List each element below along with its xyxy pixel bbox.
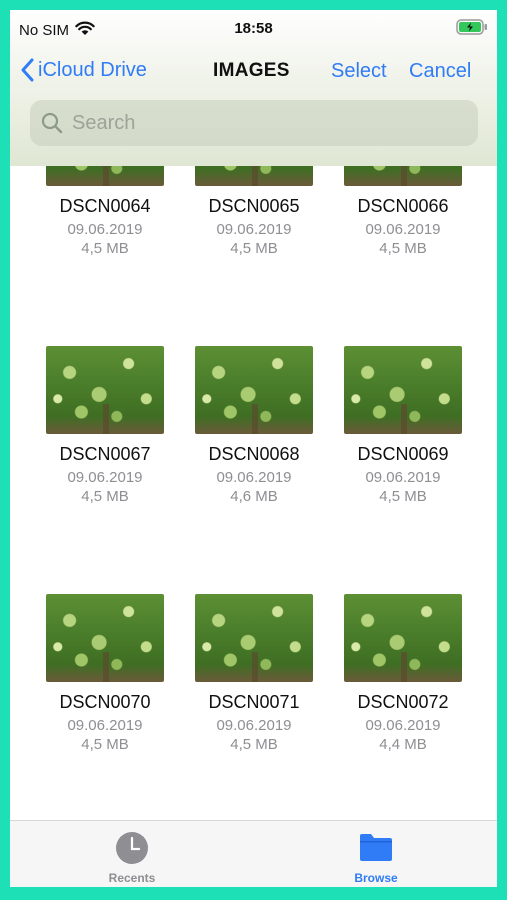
file-name: DSCN0067 [59, 444, 151, 464]
status-time: 18:58 [234, 20, 273, 37]
page-title: IMAGES [213, 60, 290, 81]
file-date: 09.06.2019 [67, 221, 143, 238]
file-name: DSCN0070 [59, 692, 151, 712]
file-size: 4,5 MB [81, 240, 129, 257]
tab-browse-label: Browse [354, 871, 398, 885]
file-thumbnail[interactable] [344, 594, 462, 682]
navigation-bar: iCloud Drive IMAGES Select Cancel [10, 54, 497, 88]
search-field[interactable] [30, 100, 478, 146]
file-date: 09.06.2019 [216, 469, 292, 486]
file-item[interactable]: DSCN0070 09.06.2019 4,5 MB [30, 594, 180, 754]
file-item[interactable]: DSCN0072 09.06.2019 4,4 MB [328, 594, 478, 754]
file-date: 09.06.2019 [67, 469, 143, 486]
file-thumbnail[interactable] [195, 594, 313, 682]
battery-charging-icon [456, 19, 488, 39]
search-icon [40, 111, 64, 135]
clock-icon [72, 831, 192, 865]
file-name: DSCN0064 [59, 196, 151, 216]
file-name: DSCN0065 [208, 196, 300, 216]
file-name: DSCN0071 [208, 692, 300, 712]
navigation-header: No SIM 18:58 iCloud Drive IMAGES Select … [10, 10, 497, 166]
file-size: 4,5 MB [81, 488, 129, 505]
file-size: 4,5 MB [379, 488, 427, 505]
back-button-label: iCloud Drive [38, 58, 147, 81]
tab-browse[interactable]: Browse [316, 831, 436, 885]
tab-recents[interactable]: Recents [72, 831, 192, 885]
file-item[interactable]: DSCN0069 09.06.2019 4,5 MB [328, 346, 478, 506]
file-item[interactable]: DSCN0067 09.06.2019 4,5 MB [30, 346, 180, 506]
file-name: DSCN0068 [208, 444, 300, 464]
back-button[interactable]: iCloud Drive [20, 58, 147, 82]
search-input[interactable] [70, 110, 454, 136]
cancel-button[interactable]: Cancel [409, 60, 471, 83]
file-name: DSCN0069 [357, 444, 449, 464]
file-thumbnail[interactable] [344, 346, 462, 434]
file-size: 4,4 MB [379, 736, 427, 753]
select-button[interactable]: Select [331, 60, 387, 83]
file-date: 09.06.2019 [365, 469, 441, 486]
file-size: 4,5 MB [230, 240, 278, 257]
folder-icon [316, 831, 436, 865]
file-name: DSCN0066 [357, 196, 449, 216]
file-size: 4,6 MB [230, 488, 278, 505]
file-thumbnail[interactable] [46, 594, 164, 682]
file-date: 09.06.2019 [216, 717, 292, 734]
chevron-left-icon [21, 58, 34, 82]
file-thumbnail[interactable] [195, 346, 313, 434]
file-size: 4,5 MB [230, 736, 278, 753]
file-date: 09.06.2019 [67, 717, 143, 734]
tab-bar: Recents Browse [10, 820, 497, 887]
file-size: 4,5 MB [81, 736, 129, 753]
file-name: DSCN0072 [357, 692, 449, 712]
file-date: 09.06.2019 [365, 717, 441, 734]
file-date: 09.06.2019 [216, 221, 292, 238]
file-thumbnail[interactable] [46, 346, 164, 434]
file-item[interactable]: DSCN0071 09.06.2019 4,5 MB [179, 594, 329, 754]
file-item[interactable]: DSCN0068 09.06.2019 4,6 MB [179, 346, 329, 506]
tab-recents-label: Recents [108, 871, 156, 885]
file-size: 4,5 MB [379, 240, 427, 257]
file-date: 09.06.2019 [365, 221, 441, 238]
phone-screen: DSCN0064 09.06.2019 4,5 MB DSCN0065 09.0… [10, 10, 497, 887]
status-bar: No SIM 18:58 [10, 10, 497, 48]
